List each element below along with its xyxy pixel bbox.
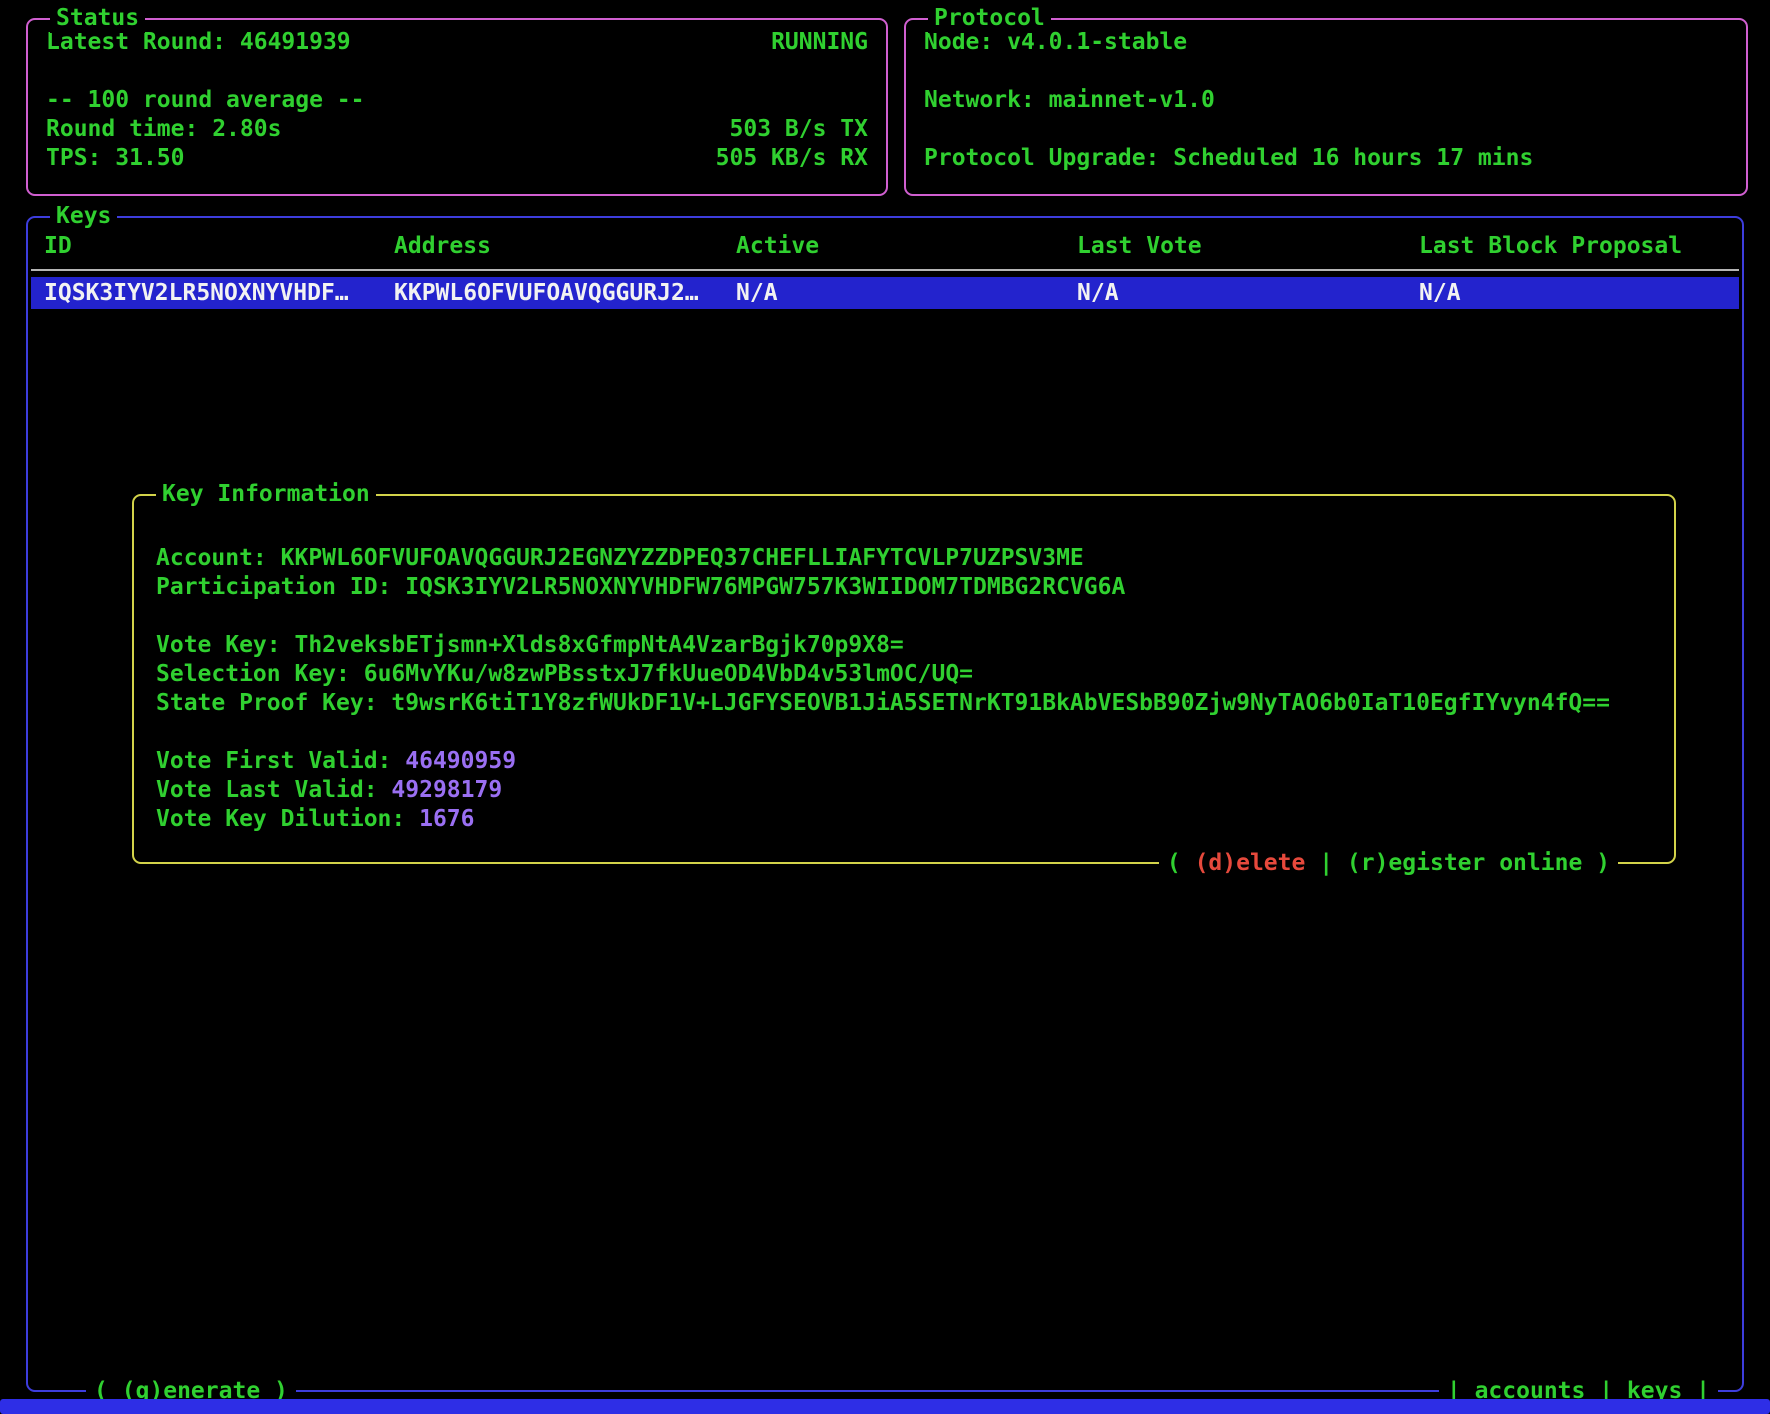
round-time-label: Round time: xyxy=(46,116,198,142)
keys-panel-title: Keys xyxy=(50,202,117,231)
account-label: Account: xyxy=(156,545,267,571)
delete-action[interactable]: (d)elete xyxy=(1195,850,1306,876)
vote-first-valid-value: 46490959 xyxy=(405,748,516,774)
participation-id-value: IQSK3IYV2LR5NOXNYVHDFW76MPGW757K3WIIDOM7… xyxy=(405,574,1125,600)
protocol-panel: Protocol Node: v4.0.1-stable Network: ma… xyxy=(904,18,1748,196)
register-online-action[interactable]: (r)egister online xyxy=(1347,850,1582,876)
vote-key-dilution-value: 1676 xyxy=(419,806,474,832)
vote-key-line: Vote Key: Th2veksbETjsmn+Xlds8xGfmpNtA4V… xyxy=(156,631,1674,660)
protocol-panel-title: Protocol xyxy=(928,4,1051,33)
tps-value: 31.50 xyxy=(115,145,184,171)
vote-last-valid-line: Vote Last Valid: 49298179 xyxy=(156,776,1674,805)
keys-table-header: ID Address Active Last Vote Last Block P… xyxy=(28,232,1742,261)
vote-first-valid-label: Vote First Valid: xyxy=(156,748,391,774)
tx-rate: 503 B/s TX xyxy=(730,115,868,144)
status-panel-title: Status xyxy=(50,4,145,33)
bottom-scroll-bar xyxy=(0,1399,1770,1414)
vote-key-label: Vote Key: xyxy=(156,632,281,658)
status-panel: Status Latest Round: 46491939 RUNNING --… xyxy=(26,18,888,196)
cell-id: IQSK3IYV2LR5NOXNYVHDF… xyxy=(44,277,394,309)
state-proof-key-label: State Proof Key: xyxy=(156,690,378,716)
network: Network: mainnet-v1.0 xyxy=(924,86,1215,115)
vote-last-valid-value: 49298179 xyxy=(391,777,502,803)
network-value: mainnet-v1.0 xyxy=(1049,87,1215,113)
selection-key-line: Selection Key: 6u6MvYKu/w8zwPBsstxJ7fkUu… xyxy=(156,660,1674,689)
account-value: KKPWL6OFVUFOAVQGGURJ2EGNZYZZDPEQ37CHEFLL… xyxy=(281,545,1084,571)
table-row-selected[interactable]: IQSK3IYV2LR5NOXNYVHDF… KKPWL6OFVUFOAVQGG… xyxy=(31,277,1739,309)
column-header-last-block-proposal: Last Block Proposal xyxy=(1419,232,1742,261)
vote-key-dilution-line: Vote Key Dilution: 1676 xyxy=(156,805,1674,834)
account-line: Account: KKPWL6OFVUFOAVQGGURJ2EGNZYZZDPE… xyxy=(156,544,1674,573)
column-header-address: Address xyxy=(394,232,736,261)
cell-active: N/A xyxy=(736,277,1077,309)
round-time-value: 2.80s xyxy=(212,116,281,142)
actions-open-paren: ( xyxy=(1167,850,1195,876)
round-time: Round time: 2.80s xyxy=(46,115,281,144)
vote-key-value: Th2veksbETjsmn+Xlds8xGfmpNtA4VzarBgjk70p… xyxy=(294,632,903,658)
selection-key-value: 6u6MvYKu/w8zwPBsstxJ7fkUueOD4VbD4v53lmOC… xyxy=(364,661,973,687)
state-proof-key-line: State Proof Key: t9wsrK6tiT1Y8zfWUkDF1V+… xyxy=(156,689,1674,718)
selection-key-label: Selection Key: xyxy=(156,661,350,687)
network-label: Network: xyxy=(924,87,1035,113)
vote-first-valid-line: Vote First Valid: 46490959 xyxy=(156,747,1674,776)
vote-key-dilution-label: Vote Key Dilution: xyxy=(156,806,405,832)
protocol-upgrade-label: Protocol Upgrade: xyxy=(924,145,1159,171)
key-information-panel: Key Information Account: KKPWL6OFVUFOAVQ… xyxy=(132,494,1676,864)
protocol-upgrade-value: Scheduled 16 hours 17 mins xyxy=(1173,145,1533,171)
protocol-upgrade: Protocol Upgrade: Scheduled 16 hours 17 … xyxy=(924,144,1533,173)
tps: TPS: 31.50 xyxy=(46,144,185,173)
running-status: RUNNING xyxy=(771,28,868,57)
column-header-active: Active xyxy=(736,232,1077,261)
cell-last-vote: N/A xyxy=(1077,277,1419,309)
rx-rate: 505 KB/s RX xyxy=(716,144,868,173)
column-header-last-vote: Last Vote xyxy=(1077,232,1419,261)
participation-id-label: Participation ID: xyxy=(156,574,391,600)
participation-id-line: Participation ID: IQSK3IYV2LR5NOXNYVHDFW… xyxy=(156,573,1674,602)
key-info-actions: ( (d)elete | (r)egister online ) xyxy=(1159,849,1618,878)
key-information-title: Key Information xyxy=(156,480,376,509)
vote-last-valid-label: Vote Last Valid: xyxy=(156,777,378,803)
tps-label: TPS: xyxy=(46,145,101,171)
round-average-header: -- 100 round average -- xyxy=(46,86,365,115)
header-separator xyxy=(31,269,1739,271)
cell-last-block-proposal: N/A xyxy=(1419,277,1739,309)
cell-address: KKPWL6OFVUFOAVQGGURJ2… xyxy=(394,277,736,309)
latest-round-value: 46491939 xyxy=(240,29,351,55)
actions-close-paren: ) xyxy=(1582,850,1610,876)
column-header-id: ID xyxy=(44,232,394,261)
keys-panel: Keys ID Address Active Last Vote Last Bl… xyxy=(26,216,1744,1392)
state-proof-key-value: t9wsrK6tiT1Y8zfWUkDF1V+LJGFYSEOVB1JiA5SE… xyxy=(391,690,1610,716)
actions-separator: | xyxy=(1305,850,1347,876)
